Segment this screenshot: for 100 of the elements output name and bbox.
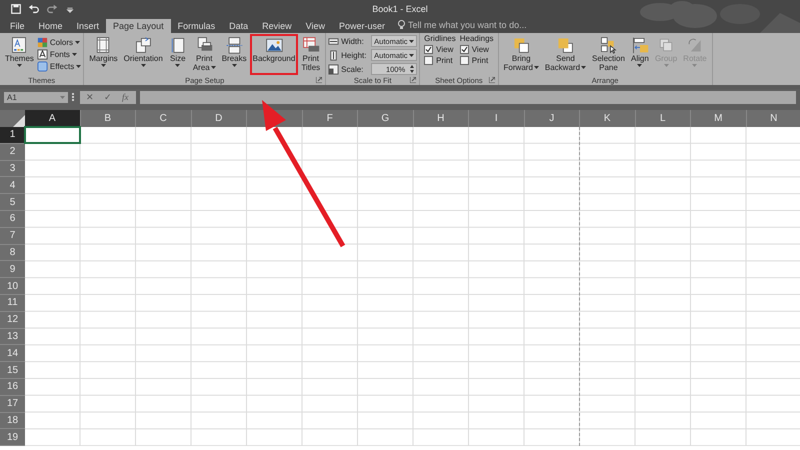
column-header[interactable]: A — [25, 110, 80, 127]
checkbox-label: Print — [472, 56, 488, 65]
ribbon-menu-button[interactable]: Effects — [36, 61, 82, 72]
dialog-launcher-icon[interactable] — [410, 77, 416, 83]
row-header[interactable]: 14 — [0, 345, 25, 362]
landscape-icon — [264, 36, 283, 54]
caret-icon — [60, 96, 65, 98]
row-header[interactable]: 15 — [0, 362, 25, 379]
column-header[interactable]: F — [302, 110, 358, 127]
ribbon-button[interactable]: Background — [250, 34, 298, 75]
formula-input[interactable] — [140, 90, 796, 104]
ribbon-tab[interactable]: View — [298, 19, 332, 33]
cancel-button[interactable]: ✕ — [86, 92, 94, 102]
undo-icon — [28, 2, 40, 14]
checkbox[interactable] — [424, 45, 434, 54]
option-heading: Gridlines — [424, 34, 456, 43]
row-header[interactable]: 8 — [0, 244, 25, 262]
column-header[interactable]: K — [580, 110, 636, 127]
row-header[interactable]: 3 — [0, 160, 25, 178]
field-label: Width: — [341, 36, 365, 46]
row-header[interactable]: 2 — [0, 144, 25, 161]
printer-table-icon — [302, 36, 320, 54]
shapes-cursor-icon — [599, 36, 618, 54]
caret-icon — [76, 65, 82, 68]
row-header[interactable]: 7 — [0, 228, 25, 245]
ribbon-tab[interactable]: Formulas — [170, 19, 222, 33]
checkbox[interactable] — [460, 56, 469, 65]
ribbon-tab[interactable]: File — [3, 19, 32, 33]
ribbon-tab[interactable]: Insert — [70, 19, 106, 33]
row-header[interactable]: 17 — [0, 396, 25, 413]
column-header[interactable]: J — [524, 110, 580, 127]
ribbon-button[interactable]: Send Backward — [542, 34, 590, 75]
ribbon-button[interactable]: Themes — [2, 34, 37, 75]
name-box[interactable]: A1 — [4, 92, 68, 102]
ribbon-button[interactable]: Orientation — [120, 34, 166, 75]
ribbon-button[interactable]: Margins — [86, 34, 121, 75]
field-label: Height: — [341, 50, 368, 60]
pages-icon — [134, 36, 152, 54]
row-header[interactable]: 10 — [0, 278, 25, 295]
column-header[interactable]: B — [80, 110, 136, 127]
row-header[interactable]: 6 — [0, 210, 25, 228]
stacked-squares-icon — [512, 36, 530, 54]
selected-cell[interactable] — [24, 126, 80, 144]
row-header[interactable]: 19 — [0, 429, 25, 446]
ribbon-tab[interactable]: Power-user — [332, 19, 392, 33]
option-heading: Headings — [460, 34, 494, 43]
dialog-launcher-icon[interactable] — [488, 77, 495, 83]
spinner-arrows-icon[interactable] — [410, 65, 414, 73]
ribbon-button[interactable]: Align — [628, 34, 652, 75]
column-header[interactable]: L — [636, 110, 691, 127]
ribbon-button[interactable]: Selection Pane — [589, 34, 628, 75]
ribbon-menu-button[interactable]: Colors — [36, 37, 82, 48]
ribbon-button[interactable]: Size — [166, 34, 190, 75]
caret-icon — [75, 41, 80, 44]
enter-button[interactable]: ✓ — [104, 92, 112, 102]
themes-icon — [10, 36, 28, 54]
row-header[interactable]: 13 — [0, 328, 25, 346]
column-header[interactable]: H — [414, 110, 469, 127]
checkbox-label: View — [472, 45, 489, 54]
ribbon-tab[interactable]: Page Layout — [106, 19, 171, 33]
row-header[interactable]: 18 — [0, 412, 25, 430]
height-icon — [328, 50, 340, 60]
checkbox-label: View — [436, 45, 454, 54]
ribbon-button[interactable]: Breaks — [218, 34, 250, 75]
ribbon-tab[interactable]: Data — [222, 19, 256, 33]
ribbon-tab[interactable]: Home — [32, 19, 70, 33]
checkbox[interactable] — [424, 56, 434, 65]
ribbon-tab[interactable]: Review — [255, 19, 299, 33]
width-icon — [328, 36, 340, 46]
ribbon-button[interactable]: Print Titles — [298, 34, 324, 75]
dialog-launcher-icon[interactable] — [316, 77, 322, 83]
tell-me-field[interactable]: Tell me what you want to do... — [408, 20, 527, 30]
ribbon-menu-button[interactable]: Fonts — [36, 49, 82, 60]
column-header[interactable]: N — [746, 110, 800, 127]
row-header[interactable]: 11 — [0, 294, 25, 312]
row-header[interactable]: 16 — [0, 378, 25, 396]
column-header[interactable]: D — [192, 110, 247, 127]
lightbulb-icon — [398, 20, 406, 30]
column-header[interactable]: I — [469, 110, 524, 127]
column-header[interactable]: G — [358, 110, 414, 127]
stacked-squares-icon — [556, 36, 574, 54]
row-header[interactable]: 4 — [0, 177, 25, 194]
caret-icon — [409, 54, 414, 56]
insert-function-button[interactable]: fx — [122, 92, 128, 102]
row-header[interactable]: 1 — [0, 127, 25, 144]
column-header[interactable]: C — [136, 110, 192, 127]
effects-icon — [36, 61, 48, 72]
column-header[interactable]: M — [691, 110, 746, 127]
ribbon-button[interactable]: Print Area — [190, 34, 219, 75]
checkbox-label: Print — [436, 56, 453, 65]
row-header[interactable]: 12 — [0, 312, 25, 329]
window-title: Book1 - Excel — [372, 4, 428, 14]
align-icon — [630, 36, 649, 54]
ribbon-button[interactable]: Bring Forward — [500, 34, 542, 75]
caret-icon — [409, 40, 414, 42]
row-header[interactable]: 5 — [0, 194, 25, 211]
font-icon — [36, 49, 48, 60]
page-break-icon — [225, 36, 244, 54]
checkbox[interactable] — [460, 45, 469, 54]
row-header[interactable]: 9 — [0, 261, 25, 278]
